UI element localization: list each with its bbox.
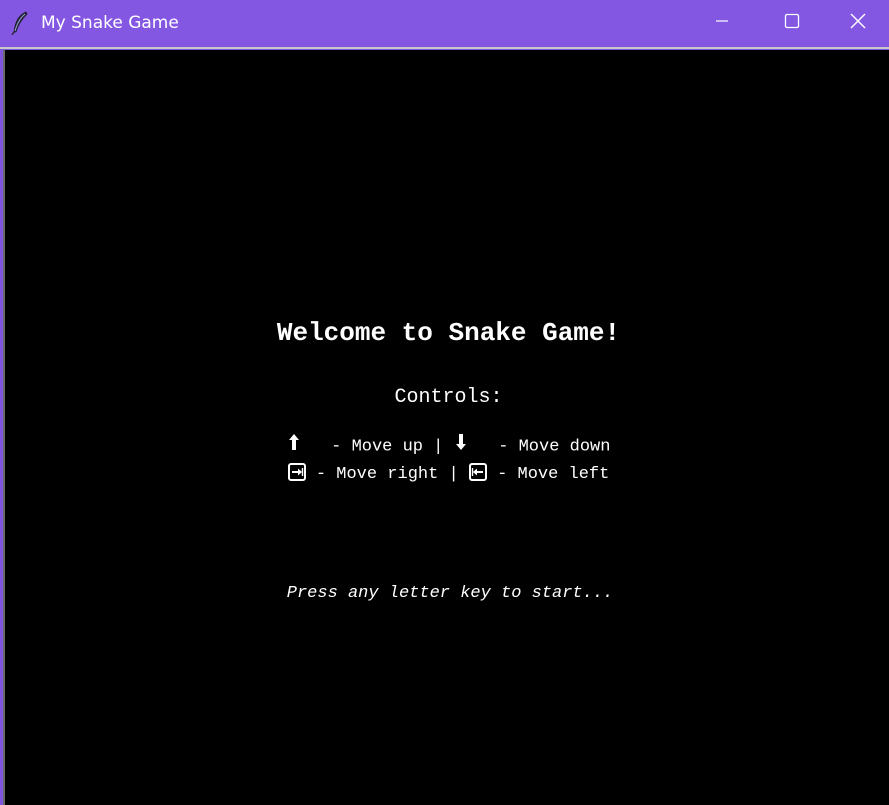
welcome-heading: Welcome to Snake Game!: [276, 318, 621, 348]
move-right-label: - Move right |: [315, 465, 459, 484]
controls-line-vertical: - Move up | - Move down: [0, 433, 889, 459]
close-button[interactable]: [827, 0, 889, 47]
window-title: My Snake Game: [41, 13, 179, 33]
arrow-right-key-icon: [287, 463, 306, 481]
feather-icon: [10, 11, 32, 36]
controls-line-horizontal: - Move right | - Move left: [0, 463, 889, 486]
move-left-label: - Move left: [497, 465, 610, 484]
controls-heading: Controls:: [394, 386, 503, 409]
game-canvas[interactable]: [3, 50, 889, 805]
title-bar[interactable]: My Snake Game: [0, 0, 889, 47]
close-icon: [849, 12, 867, 35]
minimize-button[interactable]: [687, 0, 757, 47]
game-window: My Snake Game Welcome to Snake Game! Con…: [0, 0, 889, 805]
move-up-label: - Move up |: [320, 437, 444, 457]
minimize-icon: [715, 14, 729, 33]
titlebar-divider: [0, 47, 889, 49]
arrow-down-icon: [454, 433, 468, 459]
start-prompt: Press any letter key to start...: [286, 584, 614, 603]
arrow-up-icon: [287, 433, 301, 459]
maximize-icon: [784, 13, 800, 34]
move-down-label: - Move down: [488, 437, 611, 457]
maximize-button[interactable]: [757, 0, 827, 47]
arrow-left-key-icon: [468, 463, 487, 481]
